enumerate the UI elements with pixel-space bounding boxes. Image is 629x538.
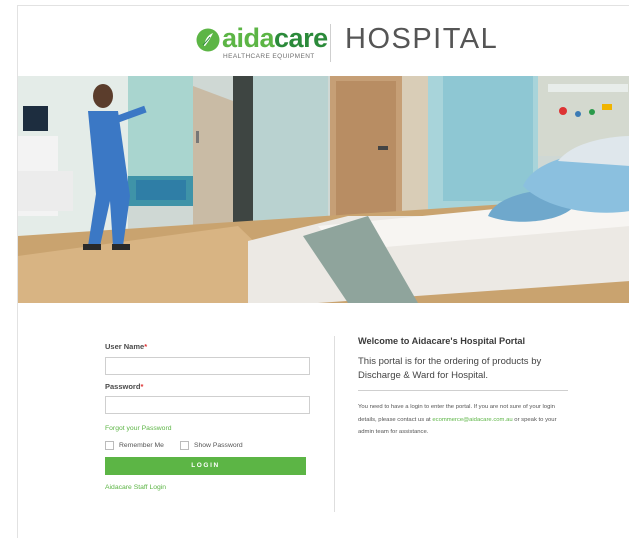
staff-login-link[interactable]: Aidacare Staff Login xyxy=(105,484,308,491)
show-password-label[interactable]: Show Password xyxy=(194,442,243,449)
password-input[interactable] xyxy=(105,396,310,414)
required-marker: * xyxy=(140,381,144,391)
panel-divider xyxy=(334,336,335,512)
login-button[interactable]: LOGIN xyxy=(105,457,306,475)
remember-me-checkbox[interactable] xyxy=(105,441,114,450)
logo-wordmark-b: care xyxy=(274,23,328,53)
support-email-link[interactable]: ecommerce@aidacare.com.au xyxy=(432,417,512,423)
hospital-room-image xyxy=(18,76,629,303)
username-label: User Name* xyxy=(105,342,308,351)
aidacare-logo[interactable]: aidacare HEALTHCARE EQUIPMENT xyxy=(196,23,328,64)
login-options: Remember Me Show Password xyxy=(105,441,308,450)
logo-wordmark: aidacare xyxy=(222,23,328,54)
password-label: Password* xyxy=(105,382,308,391)
required-marker: * xyxy=(144,342,148,351)
header-divider xyxy=(330,24,331,62)
username-input[interactable] xyxy=(105,356,310,375)
show-password-checkbox[interactable] xyxy=(179,441,189,450)
remember-me-option[interactable]: Remember Me xyxy=(105,441,164,450)
page-frame: aidacare HEALTHCARE EQUIPMENT HOSPITAL U… xyxy=(17,5,629,538)
remember-me-label[interactable]: Remember Me xyxy=(119,442,164,449)
password-label-text: Password xyxy=(105,381,141,391)
welcome-divider xyxy=(358,390,568,391)
logo-wordmark-a: aida xyxy=(222,23,275,53)
username-label-text: User Name xyxy=(105,342,145,351)
help-text: You need to have a login to enter the po… xyxy=(358,401,568,439)
hospital-room-banner xyxy=(18,76,629,303)
forgot-password-link[interactable]: Forgot your Password xyxy=(105,425,308,432)
leaf-logo-icon xyxy=(196,28,220,52)
show-password-option[interactable]: Show Password xyxy=(179,441,243,450)
welcome-panel: Welcome to Aidacare's Hospital Portal Th… xyxy=(358,336,568,439)
section-title: HOSPITAL xyxy=(345,23,499,55)
login-form: User Name* Password* Forgot your Passwor… xyxy=(105,342,310,491)
header: aidacare HEALTHCARE EQUIPMENT HOSPITAL xyxy=(18,6,629,76)
welcome-intro: This portal is for the ordering of produ… xyxy=(358,356,542,381)
welcome-title: Welcome to Aidacare's Hospital Portal xyxy=(358,336,526,346)
logo-tagline: HEALTHCARE EQUIPMENT xyxy=(223,53,315,60)
